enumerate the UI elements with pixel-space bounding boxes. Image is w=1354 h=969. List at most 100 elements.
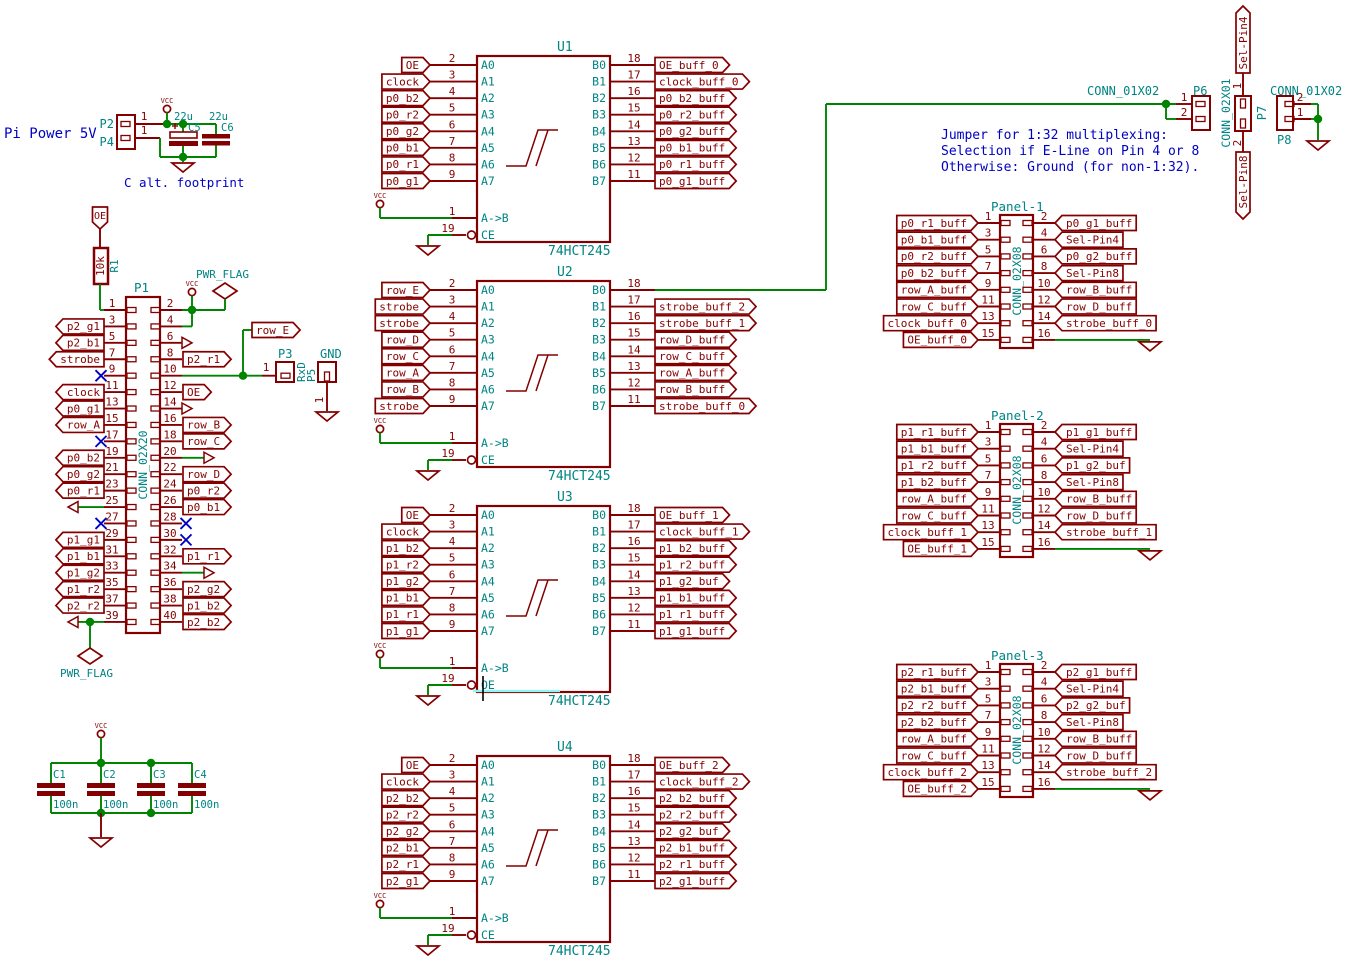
pin-number: 10 bbox=[1037, 486, 1050, 499]
pin-number: 29 bbox=[105, 527, 118, 540]
pwr-flag-label: PWR_FLAG bbox=[60, 667, 113, 680]
pin-pad bbox=[127, 390, 136, 395]
pin-pad bbox=[1001, 321, 1010, 326]
pin-name: B7 bbox=[592, 624, 606, 638]
pin-number: 36 bbox=[163, 576, 176, 589]
pin-number: 2 bbox=[1297, 91, 1304, 104]
capacitor-plate bbox=[202, 141, 230, 146]
global-label-text: clock bbox=[386, 775, 419, 788]
pin-number: 1 bbox=[109, 297, 116, 310]
schematic-canvas: Pi Power 5VC alt. footprintJumper for 1:… bbox=[0, 0, 1354, 969]
ce-bubble bbox=[468, 931, 476, 939]
pin-pad bbox=[1001, 254, 1010, 259]
pin-number: 5 bbox=[109, 330, 116, 343]
global-label-text: row_C bbox=[386, 350, 419, 363]
capacitor-plate bbox=[37, 791, 65, 796]
schematic-page: Pi Power 5VC alt. footprintJumper for 1:… bbox=[0, 0, 1354, 969]
pin-number: 32 bbox=[163, 543, 176, 556]
pin-pad bbox=[1023, 337, 1032, 342]
pin-name: B5 bbox=[592, 141, 606, 155]
global-label-text: p2_r2_buff bbox=[659, 809, 725, 822]
pin-name: A2 bbox=[481, 91, 495, 105]
vcc-symbol bbox=[376, 200, 383, 207]
pin-name: A3 bbox=[481, 558, 495, 572]
vcc-label: VCC bbox=[374, 642, 387, 650]
pin-name: A0 bbox=[481, 283, 495, 297]
component-value: 100n bbox=[103, 799, 128, 811]
pin-pad bbox=[151, 373, 160, 378]
component-ref: P4 bbox=[100, 135, 114, 149]
vcc-label: VCC bbox=[186, 280, 199, 288]
component-ref: P7 bbox=[1255, 106, 1269, 120]
pin-pad bbox=[1023, 446, 1032, 451]
pin-pad bbox=[1001, 337, 1010, 342]
global-label-text: p2_b1 bbox=[67, 337, 100, 350]
global-label-text: OE_buff_2 bbox=[659, 759, 719, 772]
global-label-text: Sel-Pin4 bbox=[1066, 234, 1119, 247]
pin-number: 14 bbox=[1037, 759, 1051, 772]
pin-number: 10 bbox=[163, 363, 176, 376]
pin-number: 9 bbox=[985, 726, 992, 739]
pin-name: A7 bbox=[481, 174, 495, 188]
global-label-text: p1_r1_buff bbox=[901, 426, 967, 439]
pin-number: 3 bbox=[449, 519, 456, 532]
pin-name: A1 bbox=[481, 775, 495, 789]
capacitor-plate bbox=[178, 791, 206, 796]
component-ref: U3 bbox=[557, 490, 573, 505]
global-label-text: OE_buff_0 bbox=[659, 59, 719, 72]
connector-body-p2p4[interactable] bbox=[117, 115, 135, 149]
global-label-text: p1_g1 bbox=[386, 625, 419, 638]
pin-number: 14 bbox=[1037, 519, 1051, 532]
pin-number: 18 bbox=[627, 752, 640, 765]
note-jumper-line: Jumper for 1:32 multiplexing: bbox=[941, 128, 1168, 143]
global-label-text: OE_buff_1 bbox=[907, 543, 967, 556]
pin-number: 4 bbox=[1041, 436, 1048, 449]
pin-name: A5 bbox=[481, 141, 495, 155]
pin-number: 12 bbox=[627, 851, 640, 864]
component-value: CONN_01X02 bbox=[1087, 84, 1159, 98]
global-label-text: row_A_buff bbox=[659, 367, 725, 380]
pin-pad bbox=[1001, 753, 1010, 758]
pin-number: 13 bbox=[981, 759, 994, 772]
pin-name: B1 bbox=[592, 775, 606, 789]
pin-number: 3 bbox=[985, 227, 992, 240]
pin-pad bbox=[1001, 530, 1010, 535]
pin-number: 35 bbox=[105, 576, 118, 589]
pin-number: 15 bbox=[627, 327, 640, 340]
global-label-text: p0_g1 bbox=[67, 402, 100, 415]
pin-name: B4 bbox=[592, 824, 606, 838]
pin-name: B0 bbox=[592, 58, 606, 72]
global-label-text: clock bbox=[386, 75, 419, 88]
global-label-text: clock_buff_2 bbox=[659, 775, 738, 788]
pin-name: A2 bbox=[481, 316, 495, 330]
pin-pad bbox=[151, 308, 160, 313]
global-label-text: clock_buff_1 bbox=[888, 526, 967, 539]
pin-pad bbox=[151, 488, 160, 493]
global-label-text: p2_g1 bbox=[67, 320, 100, 333]
global-label-text: p0_g1 bbox=[386, 175, 419, 188]
connector-body-p7[interactable] bbox=[1235, 96, 1251, 131]
pin-number: 16 bbox=[163, 412, 176, 425]
pin-number: 1 bbox=[985, 210, 992, 223]
pin-name: B1 bbox=[592, 75, 606, 89]
pin-name: B7 bbox=[592, 174, 606, 188]
pin-pad bbox=[1241, 99, 1246, 108]
capacitor-plate bbox=[137, 791, 165, 796]
connector-body-p3[interactable] bbox=[276, 362, 294, 382]
pin-pad bbox=[281, 373, 290, 378]
global-label-text: p0_g1_buff bbox=[1066, 217, 1132, 230]
pin-pad bbox=[127, 357, 136, 362]
global-label-text: row_A_buff bbox=[901, 493, 967, 506]
vcc-symbol bbox=[97, 730, 104, 737]
open-wire-arrow bbox=[204, 567, 214, 578]
pin-pad bbox=[127, 488, 136, 493]
global-label-text: p2_r1_buff bbox=[659, 858, 725, 871]
global-label-text: p2_r2 bbox=[67, 599, 100, 612]
pin-number: 11 bbox=[627, 393, 640, 406]
pin-number: 25 bbox=[105, 494, 118, 507]
pin-number: 33 bbox=[105, 560, 118, 573]
pin-pad bbox=[151, 505, 160, 510]
pin-pad bbox=[151, 340, 160, 345]
pin-pad bbox=[1023, 703, 1032, 708]
pin-pad bbox=[151, 406, 160, 411]
